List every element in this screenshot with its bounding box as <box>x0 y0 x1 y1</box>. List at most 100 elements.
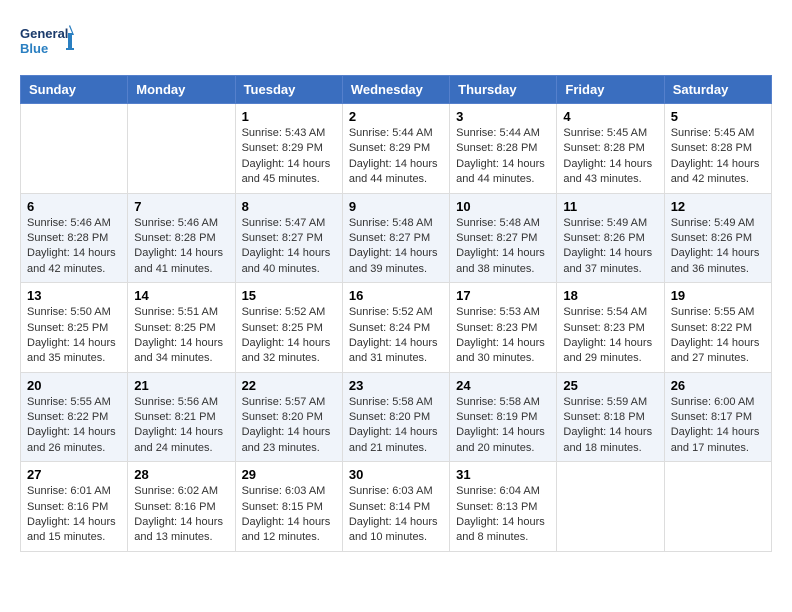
day-info-line: Daylight: 14 hours and 44 minutes. <box>349 157 443 188</box>
day-number: 16 <box>349 288 443 303</box>
day-info-line: Sunset: 8:25 PM <box>242 321 336 336</box>
day-info-line: Sunrise: 5:52 AM <box>349 305 443 320</box>
day-info-line: Daylight: 14 hours and 42 minutes. <box>27 246 121 277</box>
day-info: Sunrise: 6:04 AMSunset: 8:13 PMDaylight:… <box>456 484 550 546</box>
day-info: Sunrise: 6:01 AMSunset: 8:16 PMDaylight:… <box>27 484 121 546</box>
day-info-line: Daylight: 14 hours and 20 minutes. <box>456 425 550 456</box>
day-info: Sunrise: 5:50 AMSunset: 8:25 PMDaylight:… <box>27 305 121 367</box>
svg-text:Blue: Blue <box>20 41 48 56</box>
day-number: 20 <box>27 378 121 393</box>
day-number: 4 <box>563 109 657 124</box>
day-info-line: Daylight: 14 hours and 45 minutes. <box>242 157 336 188</box>
day-info-line: Sunset: 8:21 PM <box>134 410 228 425</box>
day-number: 29 <box>242 467 336 482</box>
day-info-line: Daylight: 14 hours and 44 minutes. <box>456 157 550 188</box>
day-info-line: Sunset: 8:27 PM <box>456 231 550 246</box>
day-info-line: Daylight: 14 hours and 27 minutes. <box>671 336 765 367</box>
day-info-line: Sunrise: 5:58 AM <box>349 395 443 410</box>
day-number: 7 <box>134 199 228 214</box>
calendar-week-row: 13Sunrise: 5:50 AMSunset: 8:25 PMDayligh… <box>21 283 772 373</box>
day-info: Sunrise: 5:56 AMSunset: 8:21 PMDaylight:… <box>134 395 228 457</box>
calendar-cell: 13Sunrise: 5:50 AMSunset: 8:25 PMDayligh… <box>21 283 128 373</box>
day-info-line: Sunset: 8:28 PM <box>671 141 765 156</box>
day-info-line: Sunset: 8:13 PM <box>456 500 550 515</box>
calendar-cell: 11Sunrise: 5:49 AMSunset: 8:26 PMDayligh… <box>557 193 664 283</box>
day-info-line: Sunset: 8:25 PM <box>134 321 228 336</box>
day-info-line: Sunrise: 5:48 AM <box>456 216 550 231</box>
day-info-line: Sunset: 8:22 PM <box>671 321 765 336</box>
day-info-line: Sunrise: 5:50 AM <box>27 305 121 320</box>
day-info-line: Daylight: 14 hours and 37 minutes. <box>563 246 657 277</box>
day-info: Sunrise: 5:55 AMSunset: 8:22 PMDaylight:… <box>27 395 121 457</box>
day-info-line: Sunrise: 5:43 AM <box>242 126 336 141</box>
day-number: 15 <box>242 288 336 303</box>
svg-text:General: General <box>20 26 68 41</box>
calendar-cell <box>557 462 664 552</box>
weekday-header: Wednesday <box>342 76 449 104</box>
day-info-line: Sunset: 8:20 PM <box>242 410 336 425</box>
day-number: 6 <box>27 199 121 214</box>
day-info: Sunrise: 5:46 AMSunset: 8:28 PMDaylight:… <box>27 216 121 278</box>
day-info-line: Sunrise: 6:02 AM <box>134 484 228 499</box>
day-info-line: Sunrise: 5:51 AM <box>134 305 228 320</box>
calendar-cell: 6 Sunrise: 5:46 AMSunset: 8:28 PMDaylight… <box>21 193 128 283</box>
calendar-week-row: 20 Sunrise: 5:55 AMSunset: 8:22 PMDayligh… <box>21 372 772 462</box>
day-info-line: Sunset: 8:27 PM <box>349 231 443 246</box>
weekday-header: Tuesday <box>235 76 342 104</box>
day-info-line: Sunset: 8:18 PM <box>563 410 657 425</box>
weekday-header-row: SundayMondayTuesdayWednesdayThursdayFrid… <box>21 76 772 104</box>
day-info-line: Sunrise: 6:04 AM <box>456 484 550 499</box>
day-info-line: Daylight: 14 hours and 42 minutes. <box>671 157 765 188</box>
calendar-cell <box>21 104 128 194</box>
day-number: 10 <box>456 199 550 214</box>
day-info: Sunrise: 5:53 AMSunset: 8:23 PMDaylight:… <box>456 305 550 367</box>
day-info: Sunrise: 5:45 AMSunset: 8:28 PMDaylight:… <box>671 126 765 188</box>
day-info-line: Daylight: 14 hours and 32 minutes. <box>242 336 336 367</box>
day-number: 14 <box>134 288 228 303</box>
day-info: Sunrise: 5:45 AMSunset: 8:28 PMDaylight:… <box>563 126 657 188</box>
logo-svg: General Blue <box>20 20 75 65</box>
day-info-line: Sunset: 8:26 PM <box>563 231 657 246</box>
calendar-cell <box>664 462 771 552</box>
day-info-line: Sunset: 8:14 PM <box>349 500 443 515</box>
calendar-cell: 19 Sunrise: 5:55 AMSunset: 8:22 PMDayligh… <box>664 283 771 373</box>
calendar-cell: 20 Sunrise: 5:55 AMSunset: 8:22 PMDayligh… <box>21 372 128 462</box>
day-info-line: Sunset: 8:28 PM <box>134 231 228 246</box>
day-info: Sunrise: 5:44 AMSunset: 8:29 PMDaylight:… <box>349 126 443 188</box>
day-info-line: Sunrise: 6:00 AM <box>671 395 765 410</box>
day-info-line: Daylight: 14 hours and 29 minutes. <box>563 336 657 367</box>
day-info-line: Sunrise: 5:54 AM <box>563 305 657 320</box>
calendar-cell: 24Sunrise: 5:58 AMSunset: 8:19 PMDayligh… <box>450 372 557 462</box>
day-info-line: Daylight: 14 hours and 39 minutes. <box>349 246 443 277</box>
day-info-line: Sunrise: 5:58 AM <box>456 395 550 410</box>
calendar-cell: 31Sunrise: 6:04 AMSunset: 8:13 PMDayligh… <box>450 462 557 552</box>
day-info: Sunrise: 5:49 AMSunset: 8:26 PMDaylight:… <box>563 216 657 278</box>
calendar-cell: 4 Sunrise: 5:45 AMSunset: 8:28 PMDaylight… <box>557 104 664 194</box>
calendar-week-row: 27 Sunrise: 6:01 AMSunset: 8:16 PMDayligh… <box>21 462 772 552</box>
day-number: 8 <box>242 199 336 214</box>
day-info-line: Sunrise: 6:01 AM <box>27 484 121 499</box>
day-info: Sunrise: 5:57 AMSunset: 8:20 PMDaylight:… <box>242 395 336 457</box>
day-info-line: Sunset: 8:23 PM <box>563 321 657 336</box>
day-info: Sunrise: 5:59 AMSunset: 8:18 PMDaylight:… <box>563 395 657 457</box>
day-number: 22 <box>242 378 336 393</box>
day-info: Sunrise: 5:52 AMSunset: 8:24 PMDaylight:… <box>349 305 443 367</box>
day-info: Sunrise: 5:48 AMSunset: 8:27 PMDaylight:… <box>349 216 443 278</box>
day-info: Sunrise: 5:55 AMSunset: 8:22 PMDaylight:… <box>671 305 765 367</box>
calendar-cell: 16 Sunrise: 5:52 AMSunset: 8:24 PMDayligh… <box>342 283 449 373</box>
day-info-line: Sunrise: 5:45 AM <box>671 126 765 141</box>
day-info-line: Sunrise: 5:59 AM <box>563 395 657 410</box>
calendar-cell: 23Sunrise: 5:58 AMSunset: 8:20 PMDayligh… <box>342 372 449 462</box>
calendar-cell: 5 Sunrise: 5:45 AMSunset: 8:28 PMDaylight… <box>664 104 771 194</box>
calendar-cell: 25Sunrise: 5:59 AMSunset: 8:18 PMDayligh… <box>557 372 664 462</box>
day-info-line: Sunset: 8:26 PM <box>671 231 765 246</box>
day-number: 21 <box>134 378 228 393</box>
day-number: 5 <box>671 109 765 124</box>
day-number: 27 <box>27 467 121 482</box>
logo: General Blue <box>20 20 75 65</box>
day-info-line: Sunset: 8:25 PM <box>27 321 121 336</box>
day-number: 19 <box>671 288 765 303</box>
day-info-line: Sunrise: 5:48 AM <box>349 216 443 231</box>
calendar-cell: 21 Sunrise: 5:56 AMSunset: 8:21 PMDayligh… <box>128 372 235 462</box>
calendar-cell: 28Sunrise: 6:02 AMSunset: 8:16 PMDayligh… <box>128 462 235 552</box>
